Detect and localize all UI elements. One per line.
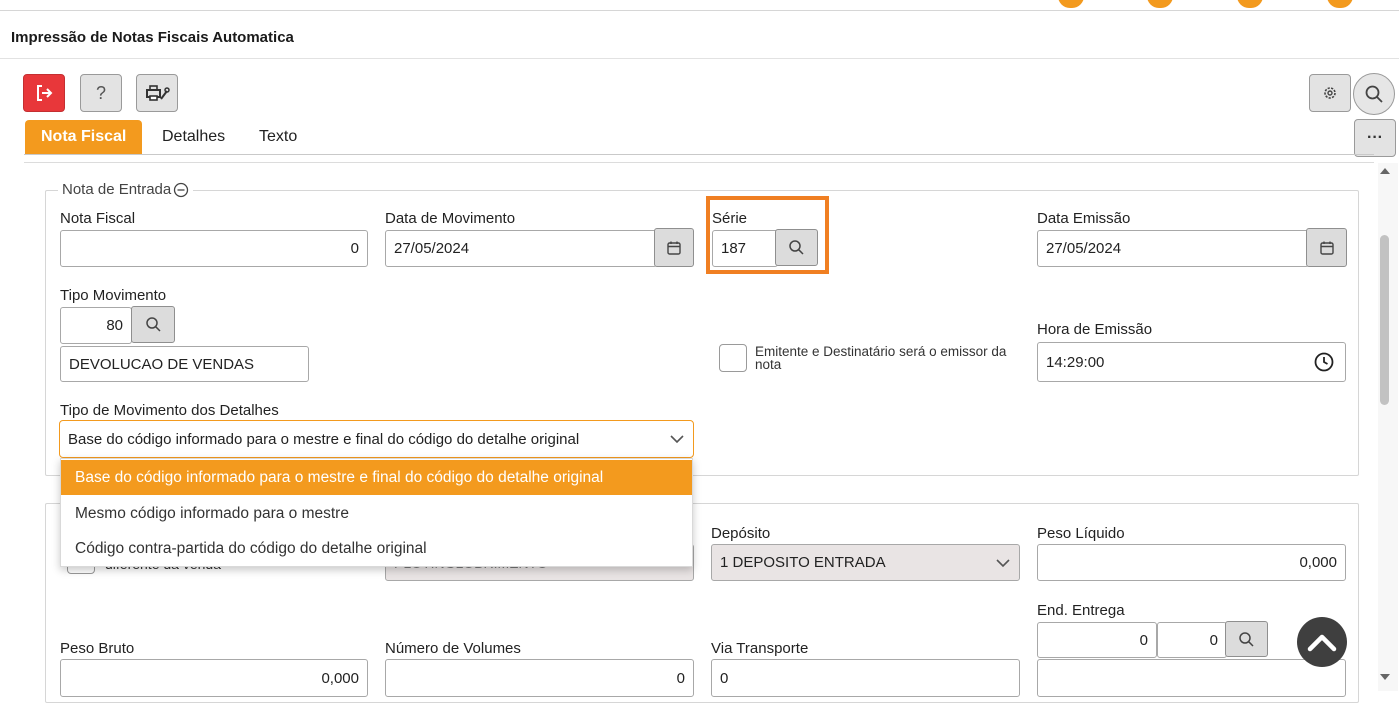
- tipo-movimento-search-button[interactable]: [131, 306, 175, 343]
- dropdown-option[interactable]: Código contra-partida do código do detal…: [61, 531, 692, 566]
- serie-search-button[interactable]: [775, 229, 818, 266]
- collapse-icon[interactable]: [173, 182, 189, 198]
- scroll-to-top-button[interactable]: [1297, 617, 1347, 667]
- tab-texto[interactable]: Texto: [259, 120, 297, 154]
- more-button[interactable]: ···: [1354, 119, 1396, 157]
- gear-icon: [1324, 87, 1336, 99]
- chevron-up-icon: [1307, 634, 1337, 652]
- tipo-mov-detalhes-selected: Base do código informado para o mestre e…: [68, 430, 580, 448]
- end-entrega-input-2[interactable]: 0: [1157, 622, 1227, 658]
- data-emissao-calendar-button[interactable]: [1306, 228, 1347, 267]
- tipo-mov-detalhes-select[interactable]: Base do código informado para o mestre e…: [59, 420, 694, 458]
- tipo-movimento-label: Tipo Movimento: [60, 287, 167, 304]
- via-transporte-input[interactable]: 0: [711, 659, 1020, 697]
- end-entrega-input-3[interactable]: [1037, 659, 1346, 697]
- search-icon: [1239, 631, 1254, 647]
- numero-volumes-label: Número de Volumes: [385, 640, 521, 657]
- search-icon: [145, 317, 161, 332]
- emitente-checkbox-label: Emitente e Destinatário será o emissor d…: [755, 344, 1007, 372]
- scrollbar-thumb[interactable]: [1380, 235, 1389, 405]
- calendar-icon: [667, 241, 681, 255]
- title-divider: [0, 58, 1399, 59]
- data-movimento-label: Data de Movimento: [385, 210, 516, 227]
- print-setup-button[interactable]: [136, 74, 178, 112]
- hora-emissao-input[interactable]: 14:29:00: [1037, 342, 1346, 382]
- exit-icon: [37, 85, 53, 101]
- help-button[interactable]: ?: [80, 74, 122, 112]
- peso-bruto-label: Peso Bruto: [60, 640, 135, 657]
- exit-button[interactable]: [23, 74, 65, 112]
- dropdown-option[interactable]: Mesmo código informado para o mestre: [61, 496, 692, 531]
- serie-input[interactable]: 187: [712, 230, 778, 267]
- notification-icon[interactable]: [1327, 0, 1353, 8]
- chevron-down-icon: [996, 558, 1010, 567]
- tab-nota-fiscal[interactable]: Nota Fiscal: [25, 120, 143, 154]
- peso-bruto-input[interactable]: 0,000: [60, 659, 368, 697]
- peso-liquido-label: Peso Líquido: [1037, 525, 1125, 542]
- settings-button[interactable]: [1309, 74, 1351, 112]
- nota-fiscal-label: Nota Fiscal: [60, 210, 136, 227]
- end-entrega-label: End. Entrega: [1037, 602, 1125, 619]
- data-movimento-calendar-button[interactable]: [654, 228, 694, 267]
- serie-label: Série: [712, 210, 748, 227]
- clock-icon[interactable]: [1313, 351, 1335, 373]
- fieldset-legend: Nota de Entrada: [58, 181, 194, 198]
- dropdown-option[interactable]: Base do código informado para o mestre e…: [61, 460, 692, 495]
- page-title: Impressão de Notas Fiscais Automatica: [11, 29, 294, 46]
- tab-divider: [24, 154, 1374, 155]
- printer-wrench-icon: [146, 85, 170, 101]
- tipo-mov-detalhes-dropdown: Base do código informado para o mestre e…: [60, 458, 693, 567]
- calendar-icon: [1319, 241, 1334, 255]
- notification-icon[interactable]: [1147, 0, 1173, 8]
- panel-divider: [24, 162, 1374, 163]
- tipo-mov-detalhes-label: Tipo de Movimento dos Detalhes: [60, 402, 279, 419]
- emitente-checkbox[interactable]: [719, 344, 747, 372]
- search-button[interactable]: [1353, 73, 1395, 115]
- deposito-value: 1 DEPOSITO ENTRADA: [720, 554, 886, 571]
- search-icon: [789, 240, 804, 255]
- tipo-movimento-code-input[interactable]: 80: [60, 307, 132, 344]
- chevron-down-icon: [670, 435, 684, 444]
- deposito-label: Depósito: [711, 525, 771, 542]
- numero-volumes-input[interactable]: 0: [385, 659, 694, 697]
- peso-liquido-input[interactable]: 0,000: [1037, 544, 1346, 581]
- scroll-down-icon[interactable]: [1380, 673, 1390, 681]
- data-emissao-label: Data Emissão: [1037, 210, 1131, 227]
- end-entrega-search-button[interactable]: [1225, 621, 1268, 657]
- tipo-movimento-description: DEVOLUCAO DE VENDAS: [60, 346, 309, 382]
- notification-icon[interactable]: [1237, 0, 1263, 8]
- nota-fiscal-input[interactable]: 0: [60, 230, 368, 267]
- search-icon: [1365, 85, 1383, 103]
- top-divider: [0, 10, 1399, 11]
- legend-label: Nota de Entrada: [62, 181, 172, 198]
- deposito-select[interactable]: 1 DEPOSITO ENTRADA: [711, 544, 1020, 581]
- via-transporte-label: Via Transporte: [711, 640, 809, 657]
- hora-emissao-label: Hora de Emissão: [1037, 321, 1153, 338]
- notification-icon[interactable]: [1058, 0, 1084, 8]
- data-movimento-input[interactable]: 27/05/2024: [385, 230, 657, 267]
- scroll-up-icon[interactable]: [1380, 167, 1390, 175]
- end-entrega-input-1[interactable]: 0: [1037, 622, 1157, 658]
- tab-detalhes[interactable]: Detalhes: [162, 120, 225, 154]
- data-emissao-input[interactable]: 27/05/2024: [1037, 230, 1309, 267]
